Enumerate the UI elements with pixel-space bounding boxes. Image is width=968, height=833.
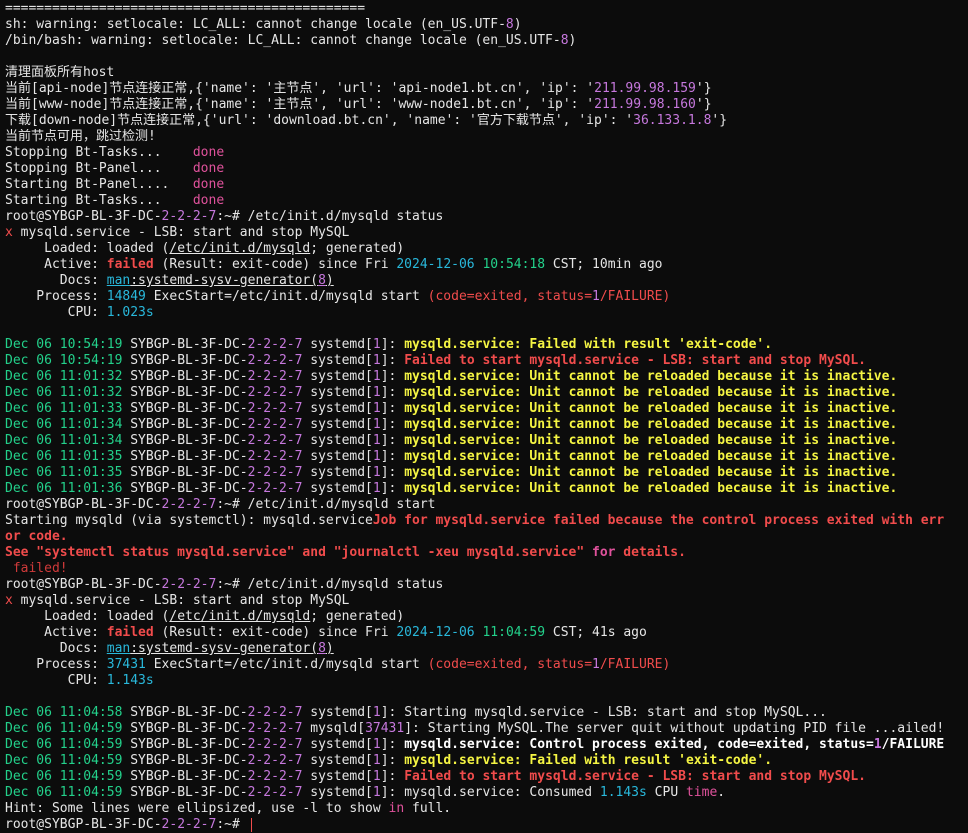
prompt-line: root@SYBGP-BL-3F-DC-2-2-2-7:~# /etc/init… — [5, 577, 968, 593]
prompt: root@SYBGP-BL-3F-DC-2-2-2-7:~# — [5, 497, 248, 512]
journal-line: Dec 06 11:04:59 SYBGP-BL-3F-DC-2-2-2-7 s… — [5, 769, 866, 784]
status-docs-line: Docs: man:systemd-sysv-generator(8) — [5, 273, 334, 288]
journal-line: Dec 06 11:01:33 SYBGP-BL-3F-DC-2-2-2-7 s… — [5, 401, 898, 416]
service-line: Starting Bt-Tasks... done — [5, 193, 225, 208]
command-text: /etc/init.d/mysqld start — [247, 497, 436, 512]
status-process-line: Process: 14849 ExecStart=/etc/init.d/mys… — [5, 289, 671, 304]
service-line: Stopping Bt-Panel... done — [5, 161, 225, 176]
prompt-line: root@SYBGP-BL-3F-DC-2-2-2-7:~# /etc/init… — [5, 497, 968, 513]
docs-link[interactable]: man — [107, 641, 130, 656]
text-cursor[interactable] — [250, 817, 252, 832]
unit-file-link[interactable]: /etc/init.d/mysqld — [169, 241, 310, 256]
failed-marker-icon: x — [5, 593, 13, 608]
node-status-line: 下载[down-node]节点连接正常,{'url': 'download.bt… — [5, 113, 728, 128]
service-line: Stopping Bt-Tasks... done — [5, 145, 225, 160]
active-state: failed — [106, 257, 154, 272]
journal-line: Dec 06 11:04:59 SYBGP-BL-3F-DC-2-2-2-7 s… — [5, 785, 726, 800]
status-active-line: Active: failed (Result: exit-code) since… — [5, 257, 663, 272]
status-active-line: Active: failed (Result: exit-code) since… — [5, 625, 647, 640]
status-loaded-line: Loaded: loaded (/etc/init.d/mysqld; gene… — [5, 241, 405, 256]
journal-line: Dec 06 11:04:59 SYBGP-BL-3F-DC-2-2-2-7 s… — [5, 737, 945, 752]
journal-line: Dec 06 11:01:34 SYBGP-BL-3F-DC-2-2-2-7 s… — [5, 433, 898, 448]
prompt-line: root@SYBGP-BL-3F-DC-2-2-2-7:~# /etc/init… — [5, 209, 968, 225]
journal-line: Dec 06 11:01:35 SYBGP-BL-3F-DC-2-2-2-7 s… — [5, 465, 898, 480]
command-text: /etc/init.d/mysqld status — [247, 577, 444, 592]
status-title-line: x mysqld.service - LSB: start and stop M… — [5, 225, 350, 240]
warning-line: sh: warning: setlocale: LC_ALL: cannot c… — [5, 17, 522, 32]
terminal-window[interactable]: ========================================… — [0, 0, 968, 833]
journal-line: Dec 06 11:01:34 SYBGP-BL-3F-DC-2-2-2-7 s… — [5, 417, 898, 432]
failed-line: failed! — [5, 561, 68, 576]
status-title-line: x mysqld.service - LSB: start and stop M… — [5, 593, 350, 608]
error-line: See "systemctl status mysqld.service" an… — [5, 545, 686, 560]
journal-line: Dec 06 11:04:59 SYBGP-BL-3F-DC-2-2-2-7 m… — [5, 721, 945, 736]
error-line: or code. — [5, 529, 68, 544]
output-line: 清理面板所有host — [5, 65, 115, 80]
node-status-line: 当前[www-node]节点连接正常,{'name': '主节点', 'url'… — [5, 97, 712, 112]
docs-link[interactable]: man — [107, 273, 130, 288]
active-state: failed — [106, 625, 154, 640]
status-process-line: Process: 37431 ExecStart=/etc/init.d/mys… — [5, 657, 671, 672]
command-text: /etc/init.d/mysqld status — [247, 209, 444, 224]
prompt: root@SYBGP-BL-3F-DC-2-2-2-7:~# — [5, 577, 248, 592]
node-status-line: 当前[api-node]节点连接正常,{'name': '主节点', 'url'… — [5, 81, 712, 96]
status-loaded-line: Loaded: loaded (/etc/init.d/mysqld; gene… — [5, 609, 405, 624]
prompt-line[interactable]: root@SYBGP-BL-3F-DC-2-2-2-7:~# — [5, 817, 968, 833]
output-line: 当前节点可用，跳过检测! — [5, 129, 156, 144]
unit-file-link[interactable]: /etc/init.d/mysqld — [169, 609, 310, 624]
journal-line: Dec 06 11:01:32 SYBGP-BL-3F-DC-2-2-2-7 s… — [5, 369, 898, 384]
journal-line: Dec 06 11:01:36 SYBGP-BL-3F-DC-2-2-2-7 s… — [5, 481, 898, 496]
journal-line: Dec 06 11:04:59 SYBGP-BL-3F-DC-2-2-2-7 s… — [5, 753, 773, 768]
output-line: Starting mysqld (via systemctl): mysqld.… — [5, 513, 945, 528]
prompt: root@SYBGP-BL-3F-DC-2-2-2-7:~# — [5, 209, 248, 224]
service-line: Starting Bt-Panel.... done — [5, 177, 225, 192]
journal-line: Dec 06 11:01:35 SYBGP-BL-3F-DC-2-2-2-7 s… — [5, 449, 898, 464]
failed-marker-icon: x — [5, 225, 13, 240]
hint-line: Hint: Some lines were ellipsized, use -l… — [5, 801, 452, 816]
warning-line: /bin/bash: warning: setlocale: LC_ALL: c… — [5, 33, 577, 48]
journal-line: Dec 06 10:54:19 SYBGP-BL-3F-DC-2-2-2-7 s… — [5, 353, 866, 368]
separator-line: ========================================… — [5, 1, 366, 16]
status-cpu-line: CPU: 1.023s — [5, 305, 154, 320]
journal-line: Dec 06 10:54:19root@SYBGP-BL-3F-DC- SYBG… — [5, 337, 773, 352]
status-cpu-line: CPU: 1.143s — [5, 673, 154, 688]
journal-line: Dec 06 11:01:32 SYBGP-BL-3F-DC-2-2-2-7 s… — [5, 385, 898, 400]
journal-line: Dec 06 11:04:58 SYBGP-BL-3F-DC-2-2-2-7 s… — [5, 705, 827, 720]
status-docs-line: Docs: man:systemd-sysv-generator(8) — [5, 641, 334, 656]
